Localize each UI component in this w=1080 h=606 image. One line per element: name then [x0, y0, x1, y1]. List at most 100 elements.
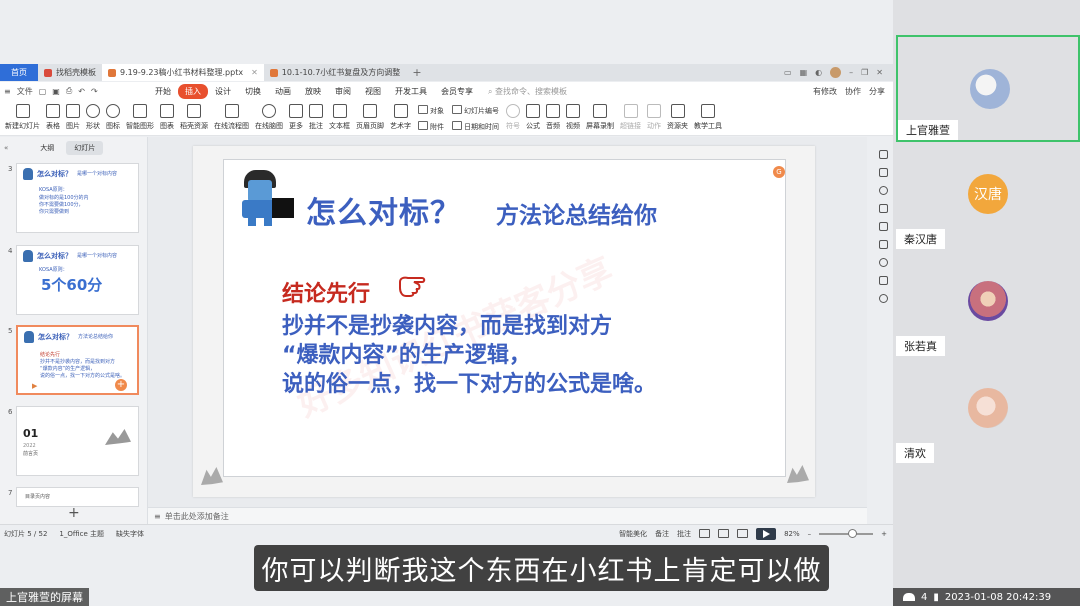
add-slide-button[interactable]: + — [68, 505, 80, 521]
restore-icon[interactable]: ❐ — [861, 68, 868, 77]
participant-tile[interactable]: 上官雅萱 — [896, 35, 1080, 142]
menu-transition[interactable]: 切换 — [238, 84, 268, 99]
table-style-icon[interactable] — [878, 240, 888, 249]
datetime-button[interactable]: 日期和时间 — [452, 121, 499, 132]
save-icon[interactable]: ▣ — [52, 87, 60, 96]
minimize-icon[interactable]: – — [849, 68, 853, 77]
thumb-row-5[interactable]: 5 怎么对标？ 方法论总结给你 结论先行 抄并不是抄袭内容，而是找到对方 “爆款… — [0, 325, 148, 397]
menu-icon[interactable]: ≡ — [4, 87, 11, 96]
slide-number-button[interactable]: 幻灯片编号 — [452, 105, 499, 116]
screen-record-button[interactable]: 屏幕录制 — [583, 100, 617, 131]
menu-design[interactable]: 设计 — [208, 84, 238, 99]
notes-toggle-icon[interactable]: ≡ — [154, 512, 161, 521]
collab-button[interactable]: 协作 — [845, 86, 861, 97]
textbox-button[interactable]: 文本框 — [326, 100, 353, 131]
audio-button[interactable]: 音频 — [543, 100, 563, 131]
thumb-row-3[interactable]: 3 怎么对标？ 是哪一个对标内容 KOSA原则： 做对标的是100分的内 你不需… — [0, 163, 148, 235]
zoom-slider[interactable] — [819, 528, 874, 538]
mindmap-button[interactable]: 在线脑图 — [252, 100, 286, 131]
reading-view-icon[interactable] — [737, 529, 749, 538]
attachment-button[interactable]: 附件 — [418, 121, 444, 132]
sliders-icon[interactable] — [878, 168, 888, 177]
location-icon[interactable] — [878, 258, 888, 267]
gallery-icon[interactable] — [878, 222, 888, 231]
participant-tile[interactable]: 清欢 — [896, 356, 1080, 463]
tab-current-file[interactable]: 9.19-9.23稿小红书材料整理.pptx ✕ — [102, 64, 264, 81]
thumb-row-6[interactable]: 6 01 2022 前言页 — [0, 406, 148, 478]
icon-button[interactable]: 图标 — [103, 100, 123, 131]
modified-button[interactable]: 有修改 — [813, 86, 837, 97]
comment-button[interactable]: 批注 — [306, 100, 326, 131]
new-slide-button[interactable]: 新建幻灯片 — [2, 100, 43, 131]
action-button[interactable]: 动作 — [644, 100, 664, 131]
layout-icon[interactable]: ▭ — [784, 68, 792, 77]
shape-button[interactable]: 形状 — [83, 100, 103, 131]
tab-other-file[interactable]: 10.1-10.7小红书复盘及方向调整 — [264, 64, 407, 81]
slide-thumbnail[interactable]: 目录页内容 — [16, 487, 139, 507]
menu-member[interactable]: 会员专享 — [434, 84, 480, 99]
play-icon[interactable]: ▶ — [32, 382, 37, 390]
help-icon[interactable] — [878, 294, 888, 303]
tab-home[interactable]: 首页 — [0, 64, 38, 81]
picture-button[interactable]: 图片 — [63, 100, 83, 131]
close-icon[interactable]: ✕ — [251, 68, 258, 77]
table-button[interactable]: 表格 — [43, 100, 63, 131]
add-tab-icon[interactable]: + — [406, 66, 427, 79]
tab-slides[interactable]: 幻灯片 — [66, 141, 104, 155]
collapse-icon[interactable]: « — [4, 144, 8, 152]
menu-insert[interactable]: 插入 — [178, 83, 208, 99]
print-icon[interactable]: ⎙ — [66, 86, 72, 96]
menu-review[interactable]: 审阅 — [328, 84, 358, 99]
video-button[interactable]: 视频 — [563, 100, 583, 131]
object-button[interactable]: 对象 — [418, 105, 444, 116]
participant-tile[interactable]: 张若真 — [896, 249, 1080, 356]
slide-thumbnail[interactable]: 怎么对标？ 是哪一个对标内容 KOSA原则： 5个60分 — [16, 245, 139, 315]
tab-outline[interactable]: 大纲 — [32, 141, 62, 155]
smart-beautify[interactable]: 智能美化 — [619, 529, 647, 539]
teaching-tools-button[interactable]: 教学工具 — [691, 100, 725, 131]
resource-folder-button[interactable]: 资源夹 — [664, 100, 691, 131]
symbol-button[interactable]: 符号 — [503, 100, 523, 131]
more-button[interactable]: 更多 — [286, 100, 306, 131]
menu-view[interactable]: 视图 — [358, 84, 388, 99]
slide-canvas[interactable]: 好多知识红书获客分享 怎么对标？ 方法论总结给你 结论先行 抄并不是抄袭内容，而… — [148, 137, 867, 507]
copy-icon[interactable] — [878, 204, 888, 213]
rocket-icon[interactable] — [878, 150, 888, 159]
docer-resource-button[interactable]: 稻壳资源 — [177, 100, 211, 131]
close-window-icon[interactable]: ✕ — [876, 68, 883, 77]
sorter-view-icon[interactable] — [718, 529, 730, 538]
thumb-row-7[interactable]: 7 目录页内容 — [0, 487, 148, 507]
tab-template[interactable]: 找稻壳模板 — [38, 64, 102, 81]
slide-thumbnail[interactable]: 01 2022 前言页 — [16, 406, 139, 476]
thumb-row-4[interactable]: 4 怎么对标？ 是哪一个对标内容 KOSA原则： 5个60分 — [0, 245, 148, 317]
formula-button[interactable]: 公式 — [523, 100, 543, 131]
slide[interactable]: 好多知识红书获客分享 怎么对标？ 方法论总结给你 结论先行 抄并不是抄袭内容，而… — [193, 146, 815, 497]
missing-font[interactable]: 缺失字体 — [116, 529, 144, 539]
slide-thumbnail-selected[interactable]: 怎么对标？ 方法论总结给你 结论先行 抄并不是抄袭内容，而是找到对方 “爆款内容… — [16, 325, 139, 395]
participant-tile[interactable]: 汉唐 秦汉唐 — [896, 142, 1080, 249]
redo-icon[interactable]: ↷ — [91, 87, 98, 96]
smartart-button[interactable]: 智能图形 — [123, 100, 157, 131]
notes-pane[interactable]: ≡ 单击此处添加备注 — [148, 507, 867, 524]
menu-slideshow[interactable]: 放映 — [298, 84, 328, 99]
zoom-knob[interactable] — [847, 528, 857, 538]
menu-start[interactable]: 开始 — [148, 84, 178, 99]
theme-icon[interactable]: ◐ — [815, 68, 822, 77]
slide-thumbnail[interactable]: 怎么对标？ 是哪一个对标内容 KOSA原则： 做对标的是100分的内 你不需要做… — [16, 163, 139, 233]
menu-animation[interactable]: 动画 — [268, 84, 298, 99]
book-icon[interactable] — [878, 276, 888, 285]
hyperlink-button[interactable]: 超链接 — [617, 100, 644, 131]
open-icon[interactable]: ▢ — [39, 87, 47, 96]
wordart-button[interactable]: 艺术字 — [387, 100, 414, 131]
user-avatar[interactable] — [830, 67, 842, 78]
command-search[interactable]: ⌕ 查找命令、搜索模板 — [488, 86, 567, 97]
slideshow-play-button[interactable] — [756, 527, 777, 540]
flowchart-button[interactable]: 在线流程图 — [211, 100, 252, 131]
notes-toggle[interactable]: 备注 — [655, 529, 669, 539]
zoom-in-icon[interactable]: + — [881, 530, 887, 538]
comment-toggle[interactable]: 批注 — [677, 529, 691, 539]
chart-button[interactable]: 图表 — [157, 100, 177, 131]
slide-badge-icon[interactable]: G — [773, 166, 785, 178]
undo-icon[interactable]: ↶ — [78, 87, 85, 96]
grid-icon[interactable]: ▦ — [800, 68, 808, 77]
